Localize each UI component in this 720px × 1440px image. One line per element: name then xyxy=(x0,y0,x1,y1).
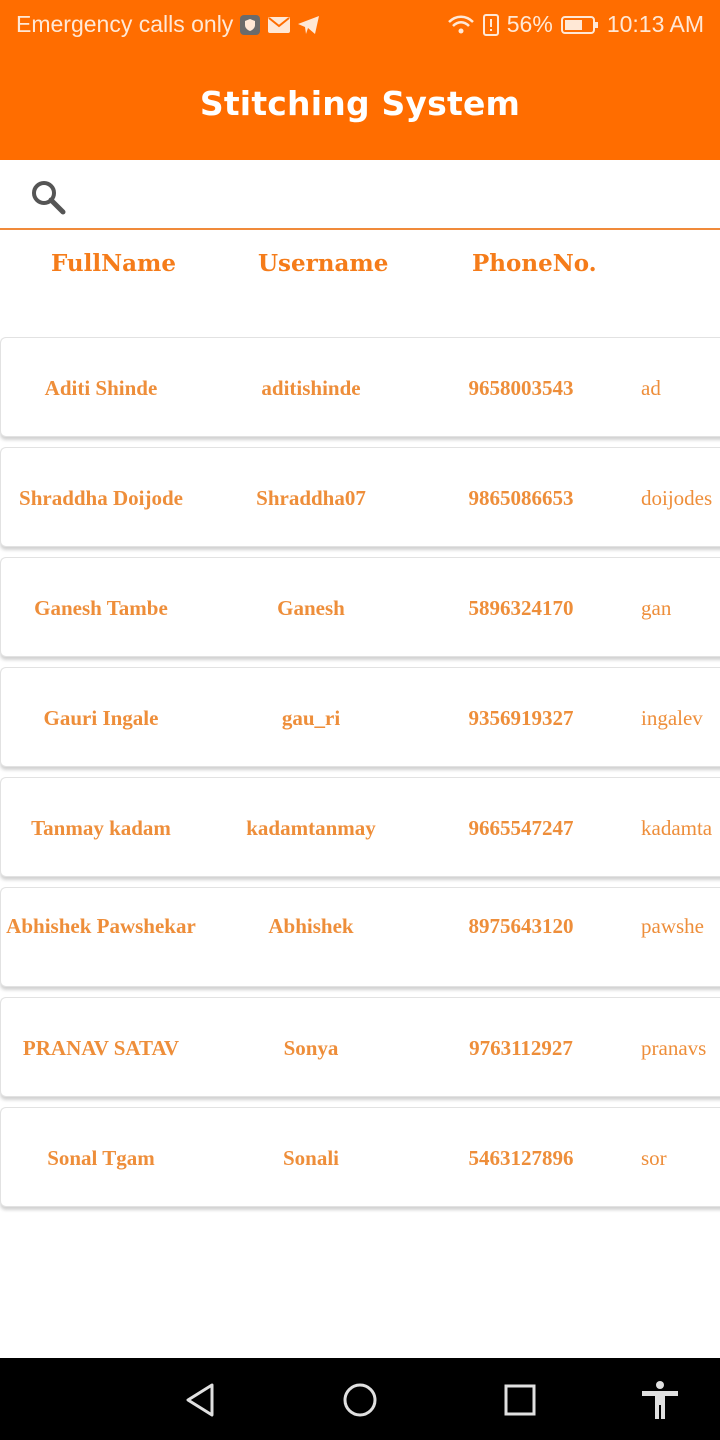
cell-fullname: Aditi Shinde xyxy=(44,376,158,400)
cell-phone: 9665547247 xyxy=(468,816,574,840)
cell-email: pawshe xyxy=(641,914,704,938)
battery-percent: 56% xyxy=(506,11,553,37)
cell-phone: 9658003543 xyxy=(468,376,574,400)
cell-fullname: Sonal Tgam xyxy=(47,1146,155,1170)
cell-email: kadamta xyxy=(641,816,713,840)
cell-username: aditishinde xyxy=(261,376,361,400)
cell-fullname: PRANAV SATAV xyxy=(22,1036,180,1060)
table-row[interactable]: Gauri Ingale gau_ri 9356919327 ingalev xyxy=(0,667,720,767)
table-header: FullName Username PhoneNo. xyxy=(0,248,720,288)
vpn-shield-icon xyxy=(239,14,261,36)
header-fullname: FullName xyxy=(51,250,177,277)
cell-email: pranavs xyxy=(641,1036,707,1060)
cell-fullname: Gauri Ingale xyxy=(43,706,159,730)
search-input[interactable] xyxy=(80,170,704,220)
status-bar: Emergency calls only 56% 10:13 AM xyxy=(0,0,720,50)
cell-email: ingalev xyxy=(641,706,703,730)
telegram-icon xyxy=(297,14,321,36)
cell-fullname: Abhishek Pawshekar xyxy=(6,914,196,938)
cell-username: Sonya xyxy=(283,1036,339,1060)
search-bar[interactable] xyxy=(0,160,720,230)
header-phone: PhoneNo. xyxy=(472,250,597,277)
cell-phone: 9356919327 xyxy=(468,706,574,730)
cell-phone: 5463127896 xyxy=(468,1146,574,1170)
cell-username: gau_ri xyxy=(281,706,341,730)
cell-username: Shraddha07 xyxy=(256,486,366,510)
page-title: Stitching System xyxy=(199,84,521,123)
cell-email: ad xyxy=(641,376,661,400)
clock: 10:13 AM xyxy=(606,11,704,37)
home-icon[interactable] xyxy=(340,1380,380,1420)
recents-icon[interactable] xyxy=(500,1380,540,1420)
table-row[interactable]: Ganesh Tambe Ganesh 5896324170 gan xyxy=(0,557,720,657)
wifi-icon xyxy=(447,14,475,36)
table-row[interactable]: Tanmay kadam kadamtanmay 9665547247 kada… xyxy=(0,777,720,877)
cell-phone: 9763112927 xyxy=(469,1036,573,1060)
cell-phone: 5896324170 xyxy=(468,596,574,620)
cell-email: sor xyxy=(641,1146,667,1170)
cell-fullname: Tanmay kadam xyxy=(31,816,171,840)
table-row[interactable]: Shraddha Doijode Shraddha07 9865086653 d… xyxy=(0,447,720,547)
table-row[interactable]: Aditi Shinde aditishinde 9658003543 ad xyxy=(0,337,720,437)
table-row[interactable]: Sonal Tgam Sonali 5463127896 sor xyxy=(0,1107,720,1207)
table-row[interactable]: Abhishek Pawshekar Abhishek 8975643120 p… xyxy=(0,887,720,987)
search-icon[interactable] xyxy=(28,178,68,218)
cell-fullname: Shraddha Doijode xyxy=(19,486,183,510)
user-list: Aditi Shinde aditishinde 9658003543 ad S… xyxy=(0,337,720,1217)
cell-email: doijodes xyxy=(641,486,713,510)
cell-email: gan xyxy=(641,596,672,620)
mail-icon xyxy=(267,16,291,34)
back-icon[interactable] xyxy=(180,1380,220,1420)
app-bar: Emergency calls only 56% 10:13 AM Stitch… xyxy=(0,0,720,160)
table-row[interactable]: PRANAV SATAV Sonya 9763112927 pranavs xyxy=(0,997,720,1097)
cell-fullname: Ganesh Tambe xyxy=(34,596,168,620)
system-nav-bar xyxy=(0,1358,720,1440)
cell-phone: 9865086653 xyxy=(468,486,574,510)
battery-icon xyxy=(560,15,599,35)
cell-username: Sonali xyxy=(282,1146,340,1170)
cell-username: kadamtanmay xyxy=(246,816,376,840)
alert-icon xyxy=(482,13,499,36)
cell-username: Ganesh xyxy=(277,596,345,620)
carrier-text: Emergency calls only xyxy=(16,11,234,37)
accessibility-icon[interactable] xyxy=(640,1380,680,1420)
cell-username: Abhishek xyxy=(268,914,354,938)
header-username: Username xyxy=(258,250,389,277)
cell-phone: 8975643120 xyxy=(468,914,574,938)
